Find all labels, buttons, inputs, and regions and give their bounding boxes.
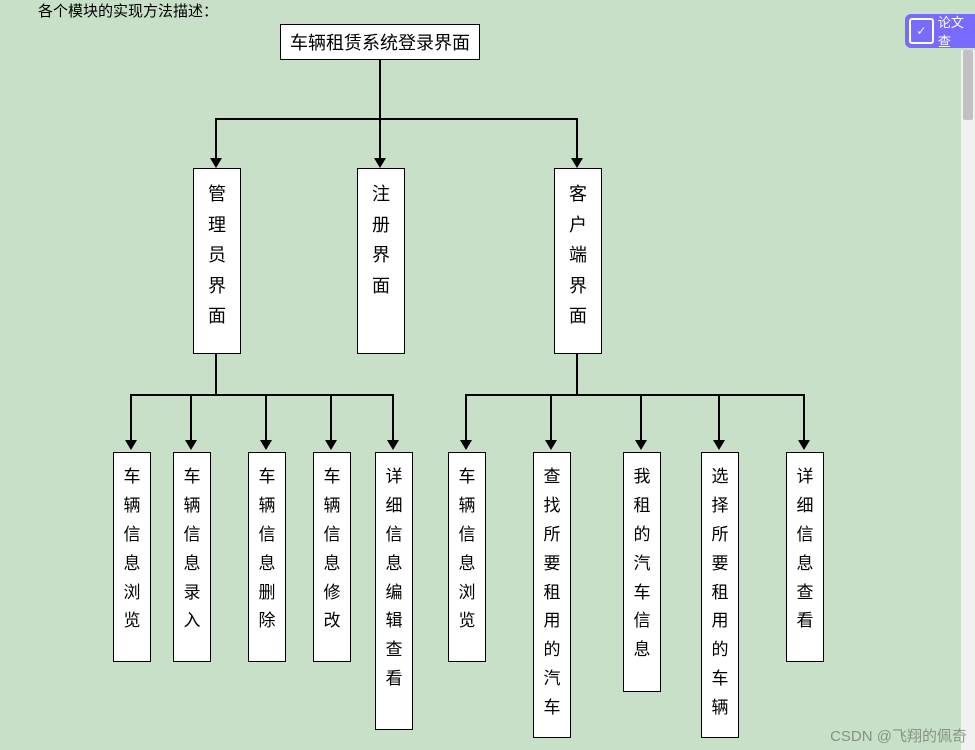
document-check-icon: ✓ <box>909 18 934 44</box>
arrow-icon <box>210 158 222 168</box>
leaf-admin-2: 车辆信息删除 <box>248 452 286 662</box>
line <box>379 60 381 118</box>
leaf-client-1: 查找所要租用的汽车 <box>533 452 571 738</box>
leaf-client-4: 详细信息查看 <box>786 452 824 662</box>
badge-label: 论文查 <box>938 12 975 50</box>
leaf-client-0: 车辆信息浏览 <box>448 452 486 662</box>
line <box>718 394 720 442</box>
line <box>392 394 394 442</box>
leaf-label: 我租的汽车信息 <box>634 463 651 665</box>
leaf-client-2: 我租的汽车信息 <box>623 452 661 692</box>
scrollbar[interactable] <box>961 50 975 750</box>
line <box>215 354 217 394</box>
admin-box: 管理员界面 <box>193 168 241 354</box>
line <box>379 118 381 160</box>
line <box>576 118 578 160</box>
leaf-label: 车辆信息删除 <box>259 463 276 636</box>
arrow-icon <box>798 440 810 450</box>
arrow-icon <box>125 440 137 450</box>
line <box>330 394 332 442</box>
line <box>215 118 217 160</box>
line <box>465 394 803 396</box>
line <box>215 118 577 120</box>
line <box>803 394 805 442</box>
page-fragment-text: 各个模块的实现方法描述： <box>38 0 218 21</box>
leaf-label: 详细信息查看 <box>797 463 814 636</box>
leaf-admin-1: 车辆信息录入 <box>173 452 211 662</box>
floating-badge[interactable]: ✓ 论文查 <box>905 14 975 48</box>
line <box>190 394 192 442</box>
arrow-icon <box>387 440 399 450</box>
leaf-label: 车辆信息修改 <box>324 463 341 636</box>
arrow-icon <box>185 440 197 450</box>
watermark: CSDN @飞翔的佩奇 <box>830 725 967 746</box>
leaf-admin-3: 车辆信息修改 <box>313 452 351 662</box>
leaf-label: 车辆信息浏览 <box>124 463 141 636</box>
register-box: 注册界面 <box>357 168 405 354</box>
line <box>130 394 392 396</box>
root-label: 车辆租赁系统登录界面 <box>290 29 470 55</box>
arrow-icon <box>460 440 472 450</box>
arrow-icon <box>545 440 557 450</box>
arrow-icon <box>260 440 272 450</box>
line <box>640 394 642 442</box>
leaf-label: 查找所要租用的汽车 <box>544 463 561 723</box>
leaf-admin-4: 详细信息编辑查看 <box>375 452 413 730</box>
leaf-client-3: 选择所要租用的车辆 <box>701 452 739 738</box>
client-box: 客户端界面 <box>554 168 602 354</box>
leaf-label: 详细信息编辑查看 <box>386 463 403 694</box>
leaf-admin-0: 车辆信息浏览 <box>113 452 151 662</box>
admin-label: 管理员界面 <box>208 179 226 332</box>
leaf-label: 选择所要租用的车辆 <box>712 463 729 723</box>
line <box>265 394 267 442</box>
line <box>130 394 132 442</box>
scrollbar-thumb[interactable] <box>963 50 973 120</box>
arrow-icon <box>713 440 725 450</box>
arrow-icon <box>571 158 583 168</box>
register-label: 注册界面 <box>372 179 390 301</box>
line <box>550 394 552 442</box>
leaf-label: 车辆信息浏览 <box>459 463 476 636</box>
leaf-label: 车辆信息录入 <box>184 463 201 636</box>
client-label: 客户端界面 <box>569 179 587 332</box>
line <box>465 394 467 442</box>
root-box: 车辆租赁系统登录界面 <box>280 24 480 60</box>
arrow-icon <box>374 158 386 168</box>
line <box>576 354 578 394</box>
arrow-icon <box>635 440 647 450</box>
arrow-icon <box>325 440 337 450</box>
